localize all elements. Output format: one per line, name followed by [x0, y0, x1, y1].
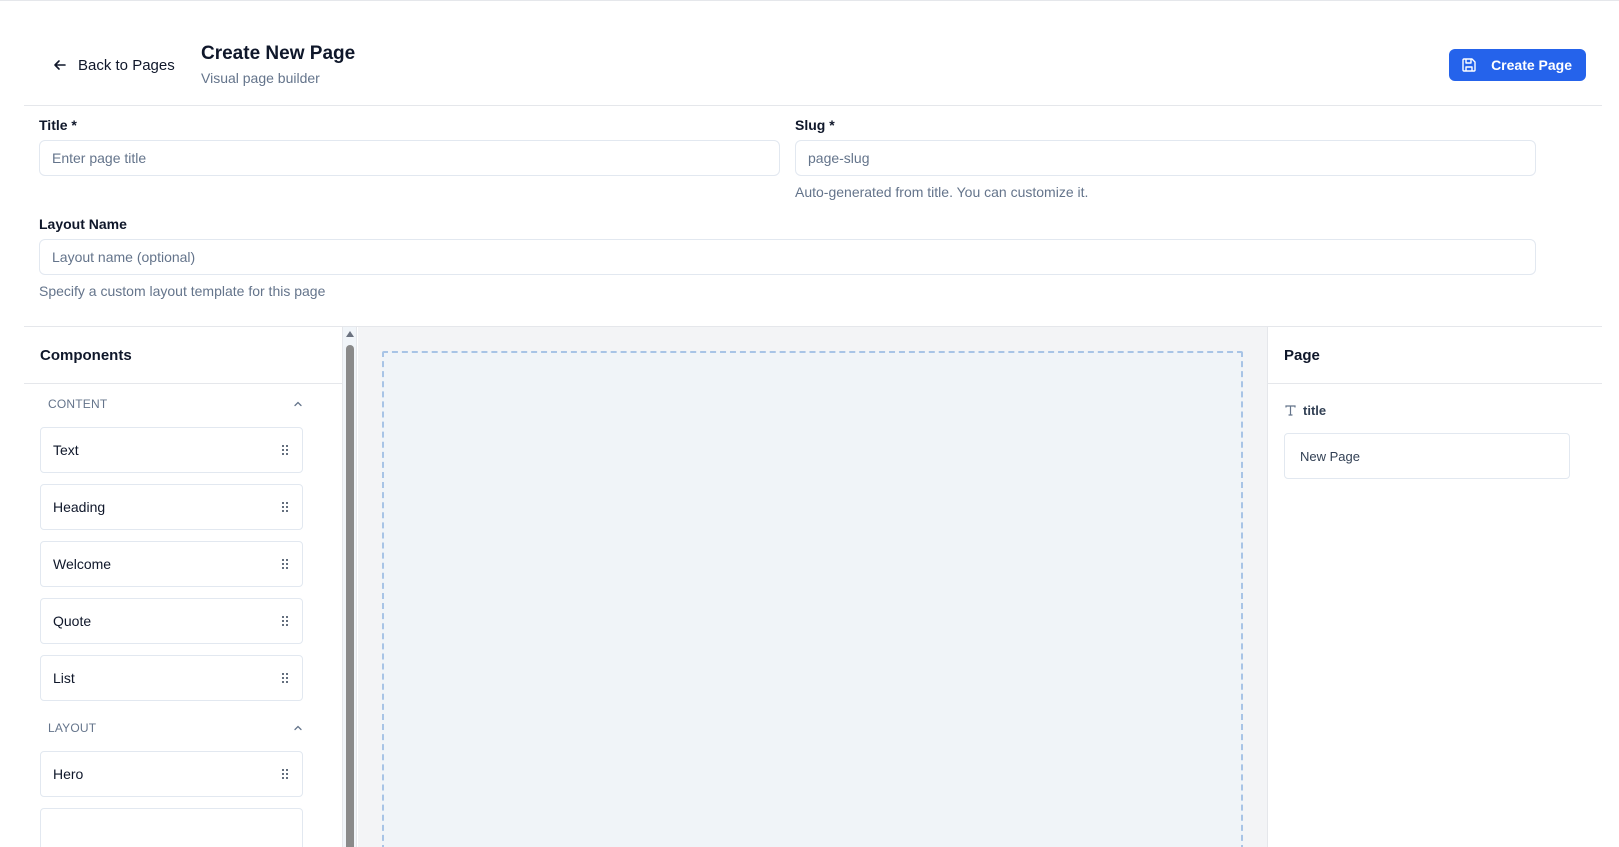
- section-title-content: CONTENT: [48, 397, 108, 411]
- canvas-drop-zone[interactable]: [382, 351, 1243, 847]
- component-label: List: [53, 670, 75, 686]
- component-label: Heading: [53, 499, 106, 515]
- component-list[interactable]: List: [40, 655, 303, 701]
- section-header-content[interactable]: CONTENT: [48, 397, 303, 411]
- grip-vertical-icon[interactable]: [280, 444, 290, 456]
- title-property-label: title: [1284, 403, 1326, 418]
- component-label: Text: [53, 442, 79, 458]
- section-header-layout[interactable]: LAYOUT: [48, 721, 303, 735]
- layout-name-hint: Specify a custom layout template for thi…: [39, 283, 326, 299]
- slug-hint: Auto-generated from title. You can custo…: [795, 184, 1089, 200]
- grip-vertical-icon[interactable]: [280, 558, 290, 570]
- section-title-layout: LAYOUT: [48, 721, 97, 735]
- layout-name-input[interactable]: [39, 239, 1536, 275]
- page-title: Create New Page: [201, 43, 356, 64]
- components-heading: Components: [24, 327, 342, 384]
- component-hero[interactable]: Hero: [40, 751, 303, 797]
- grip-vertical-icon[interactable]: [280, 672, 290, 684]
- component-partial[interactable]: [40, 808, 303, 847]
- arrow-left-icon: [54, 60, 66, 70]
- page-title-property-input[interactable]: [1284, 433, 1570, 479]
- page-builder: Components CONTENT Text Heading Welcome …: [24, 326, 1602, 847]
- back-to-pages-button[interactable]: Back to Pages: [48, 48, 179, 82]
- component-text[interactable]: Text: [40, 427, 303, 473]
- title-property-text: title: [1303, 403, 1327, 418]
- grip-vertical-icon[interactable]: [280, 501, 290, 513]
- component-welcome[interactable]: Welcome: [40, 541, 303, 587]
- canvas-area: [358, 327, 1267, 847]
- scrollbar-thumb[interactable]: [346, 345, 354, 847]
- create-page-label: Create Page: [1491, 57, 1572, 73]
- page-header: Back to Pages Create New Page Visual pag…: [24, 0, 1602, 106]
- grip-vertical-icon[interactable]: [280, 768, 290, 780]
- page-subtitle: Visual page builder: [201, 70, 320, 86]
- components-sidebar: Components CONTENT Text Heading Welcome …: [24, 327, 343, 847]
- properties-heading: Page: [1268, 327, 1602, 384]
- scroll-up-arrow[interactable]: [346, 331, 354, 337]
- sidebar-scrollbar[interactable]: [343, 327, 357, 847]
- chevron-up-icon: [294, 401, 302, 407]
- component-label: Hero: [53, 766, 84, 782]
- title-field-label: Title *: [39, 117, 77, 133]
- component-heading[interactable]: Heading: [40, 484, 303, 530]
- save-icon: [1462, 58, 1476, 72]
- properties-panel: Page title: [1267, 327, 1602, 847]
- create-page-button[interactable]: Create Page: [1449, 49, 1586, 81]
- slug-input[interactable]: [795, 140, 1536, 176]
- title-input[interactable]: [39, 140, 780, 176]
- back-to-pages-label: Back to Pages: [78, 56, 175, 74]
- slug-field-label: Slug *: [795, 117, 835, 133]
- chevron-up-icon: [294, 725, 302, 731]
- component-quote[interactable]: Quote: [40, 598, 303, 644]
- type-icon: [1285, 405, 1296, 416]
- component-label: Quote: [53, 613, 92, 629]
- component-label: Welcome: [53, 556, 112, 572]
- grip-vertical-icon[interactable]: [280, 615, 290, 627]
- title-block: Create New Page Visual page builder: [201, 42, 355, 86]
- layout-name-field-label: Layout Name: [39, 216, 127, 232]
